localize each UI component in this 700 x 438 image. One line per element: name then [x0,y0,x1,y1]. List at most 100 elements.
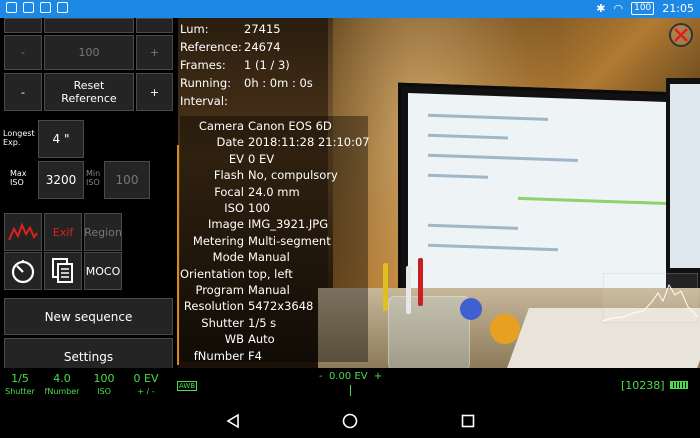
exif-row-iso: ISO 100 [180,200,270,216]
exif-key: Image [207,217,244,232]
exif-value: No, compulsory [248,168,338,183]
exif-key: Flash [213,168,244,183]
awb-badge: AWB [177,381,198,391]
info-key: Frames: [180,58,226,72]
remaining-shots: [10238] [621,379,665,392]
app-notification-icon [57,2,68,13]
decrement-button[interactable]: - [4,35,42,70]
reset-reference-button[interactable]: Reset Reference [44,73,134,111]
exif-row-shutter: Shutter 1/5 s [180,315,276,331]
exif-key: Shutter [201,315,244,330]
image-notification-icon [23,2,34,13]
exif-row-fnumber: fNumber F4 [180,348,262,364]
exposure-bar: 1/5 Shutter 4.0 fNumber 100 ISO 0 EV + /… [0,368,700,404]
info-row-frames: Frames: 1 (1 / 3) [180,56,313,74]
control-panel: - 100 + - Reset Reference + Longest Exp.… [0,18,178,375]
exif-row-ev: EV 0 EV [180,151,274,167]
new-sequence-button[interactable]: New sequence [4,298,173,335]
status-bar: ✱ ◠ 100 21:05 [0,0,700,18]
iso-value: 100 [93,372,115,385]
exif-value: 100 [248,201,270,215]
fnumber-value: 4.0 [53,372,71,385]
exif-key: Metering [192,233,244,248]
camera-battery-icon [670,381,688,389]
info-value: 27415 [244,22,281,36]
exif-row-metering: Metering Multi-segment [180,233,331,249]
exif-value: 0 EV [248,151,275,166]
exif-button[interactable]: Exif [44,213,82,251]
close-button[interactable] [669,23,693,47]
info-key: Lum: [180,22,209,36]
exif-row-flash: Flash No, compulsory [180,167,338,183]
longest-exp-field[interactable]: 4 " [38,120,84,158]
exif-key: Mode [212,250,244,265]
exif-key: Program [195,283,244,297]
back-icon[interactable] [225,413,241,429]
reference-minus-button[interactable]: - [4,73,42,111]
threshold-value[interactable]: 100 [44,35,134,70]
value-field-top[interactable] [44,18,134,33]
ev-stat[interactable]: 0 EV + / - [126,372,166,398]
exif-key: EV [228,151,244,166]
info-value: 1 (1 / 3) [244,58,290,72]
histogram-toggle-button[interactable] [4,213,42,251]
increment-button-top[interactable] [136,18,173,33]
home-icon[interactable] [342,413,358,429]
bluetooth-icon: ✱ [596,2,606,15]
exif-key: Camera [198,119,244,133]
info-key: Interval: [180,94,228,108]
decrement-button-top[interactable] [4,18,42,33]
exif-row-resolution: Resolution 5472x3648 [180,298,313,314]
fnumber-stat[interactable]: 4.0 fNumber [42,372,82,398]
pen-jar-image [388,296,470,368]
exif-row-date: Date 2018:11:28 21:10:07 [180,134,370,150]
recents-icon[interactable] [460,413,476,429]
exif-value: Multi-segment [248,233,331,248]
exif-key: Date [216,135,245,150]
exif-row-orientation: Orientation top, left [180,266,293,282]
min-iso-field[interactable]: 100 [104,161,150,199]
info-key: Running: [180,76,231,90]
exif-value: 24.0 mm [248,184,300,199]
histogram [603,273,698,323]
clock: 21:05 [662,2,694,15]
wifi-icon: ◠ [613,2,624,15]
iso-stat[interactable]: 100 ISO [84,372,124,398]
exif-value: F4 [248,348,262,363]
min-iso-label: Min ISO [86,169,101,187]
longest-exp-label: Longest Exp. [3,129,35,147]
copy-icon [52,258,73,283]
exif-row-wb: WB Auto [180,331,275,347]
ev-value: 0 EV [133,372,159,385]
exif-key: Resolution [183,299,244,314]
timer-icon [11,260,35,284]
info-value: 0h : 0m : 0s [244,76,313,90]
exif-key: fNumber [193,348,244,363]
shutter-label: Shutter [5,387,35,396]
exif-value: Auto [248,332,275,347]
exif-value: Manual [248,283,290,297]
exif-row-focal: Focal 24.0 mm [180,184,300,200]
copy-button[interactable] [44,252,82,290]
gallery-notification-icon [6,2,17,13]
iso-label: ISO [97,387,111,396]
toy-ball-image [490,314,520,344]
histogram-icon [8,222,38,241]
exif-overlay: Camera Canon EOS 6D Date 2018:11:28 21:10:0… [180,116,370,364]
timer-button[interactable] [4,252,42,290]
reference-plus-button[interactable]: + [136,73,173,111]
exif-key: ISO [224,201,244,215]
info-overlay: Lum: 27415 Reference: 24674 Frames: 1 (1 / … [180,20,313,110]
shutter-stat[interactable]: 1/5 Shutter [0,372,40,398]
exif-row-program: Program Manual [180,282,290,298]
exif-value: top, left [248,266,293,281]
pen-image [406,266,411,314]
increment-button[interactable]: + [136,35,173,70]
info-row-reference: Reference: 24674 [180,38,313,56]
info-row-interval: Interval: [180,92,313,110]
moco-button[interactable]: MOCO [84,252,122,290]
toy-ball-image [460,298,482,320]
region-button[interactable]: Region [84,213,122,251]
info-row-running: Running: 0h : 0m : 0s [180,74,313,92]
max-iso-field[interactable]: 3200 [38,161,84,199]
